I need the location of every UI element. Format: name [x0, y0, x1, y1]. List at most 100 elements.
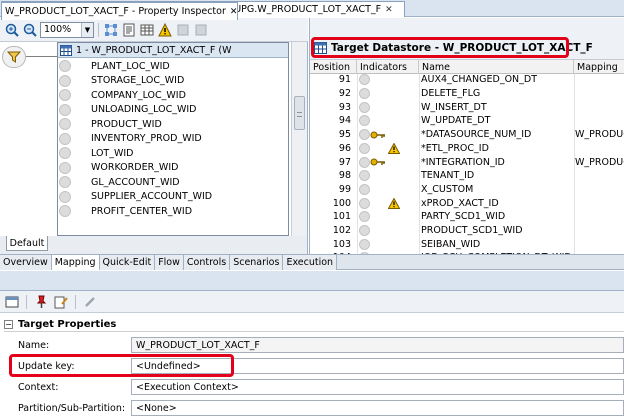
entity-header[interactable]: 1 - W_PRODUCT_LOT_XACT_F (W: [58, 43, 288, 58]
column-icon: [59, 118, 71, 131]
tab-scenarios[interactable]: Scenarios: [230, 255, 284, 270]
pin-icon[interactable]: [33, 294, 49, 310]
column-icon: [59, 190, 71, 203]
partition-field[interactable]: <None>: [131, 400, 624, 416]
entity-column-row[interactable]: PLANT_LOC_WID: [58, 59, 288, 74]
entity-column-row[interactable]: SUPPLIER_ACCOUNT_WID: [58, 190, 288, 205]
disabled-action-icon: [193, 22, 209, 38]
target-column-row[interactable]: 91 AUX4_CHANGED_ON_DT: [310, 73, 624, 87]
connector-line: [26, 56, 58, 57]
grid-icon[interactable]: [139, 22, 155, 38]
edit-icon[interactable]: [53, 294, 69, 310]
col-header-indicators[interactable]: Indicators: [357, 60, 419, 74]
entity-column-name: INVENTORY_PROD_WID: [91, 133, 202, 145]
key-icon: [370, 128, 388, 142]
tab-flow[interactable]: Flow: [155, 255, 184, 270]
column-name: *DATASOURCE_NUM_ID: [421, 129, 532, 141]
column-icon: [59, 74, 71, 87]
filter-icon[interactable]: [2, 46, 26, 68]
tab-controls[interactable]: Controls: [183, 255, 231, 270]
entity-column-row[interactable]: COMPANY_LOC_WID: [58, 88, 288, 103]
entity-title: 1 - W_PRODUCT_LOT_XACT_F (W: [76, 44, 232, 56]
panel-icon[interactable]: [4, 294, 20, 310]
columns-grid-header: Position Indicators Name Mapping: [310, 60, 624, 74]
scrollbar-thumb[interactable]: [294, 96, 305, 130]
close-icon[interactable]: ✕: [230, 7, 238, 17]
zoom-in-icon[interactable]: [4, 22, 20, 38]
column-position: 96: [338, 142, 351, 154]
layout-icon[interactable]: [103, 22, 119, 38]
target-column-row[interactable]: 98 TENANT_ID: [310, 169, 624, 183]
target-column-row[interactable]: 97 *INTEGRATION_ID W_PRODUC: [310, 155, 624, 169]
entity-column-row[interactable]: GL_ACCOUNT_WID: [58, 175, 288, 190]
toolbar-divider: [26, 294, 27, 309]
inspector-toolbar: [0, 291, 624, 313]
column-icon: [59, 132, 71, 145]
column-position: 98: [338, 170, 351, 182]
vertical-scrollbar[interactable]: [291, 42, 307, 236]
diagram-tab-bar: Default: [0, 236, 308, 254]
tab-overview[interactable]: Overview: [0, 255, 52, 270]
entity-column-row[interactable]: INVENTORY_PROD_WID: [58, 132, 288, 147]
target-column-row[interactable]: 99 X_CUSTOM: [310, 183, 624, 197]
target-column-row[interactable]: 102 PRODUCT_SCD1_WID: [310, 224, 624, 238]
entity-column-row[interactable]: PROFIT_CENTER_WID: [58, 204, 288, 219]
tab-execution[interactable]: Execution: [283, 255, 338, 270]
target-column-row[interactable]: 103 SEIBAN_WID: [310, 237, 624, 251]
name-field[interactable]: W_PRODUCT_LOT_XACT_F: [131, 337, 624, 353]
zoom-select[interactable]: 100% ▼: [40, 21, 94, 38]
column-name: *INTEGRATION_ID: [421, 156, 505, 168]
target-column-row[interactable]: 95 *DATASOURCE_NUM_ID W_PRODUC: [310, 128, 624, 142]
column-position: 92: [338, 88, 351, 100]
column-icon: [59, 103, 71, 116]
tab-default[interactable]: Default: [6, 236, 48, 251]
section-title: Target Properties: [18, 319, 117, 330]
target-column-row[interactable]: 93 W_INSERT_DT: [310, 100, 624, 114]
column-name: TENANT_ID: [421, 170, 475, 182]
property-inspector-tab[interactable]: W_PRODUCT_LOT_XACT_F - Property Inspecto…: [1, 2, 238, 20]
col-header-position[interactable]: Position: [310, 60, 357, 74]
key-icon: [370, 155, 388, 169]
collapse-icon[interactable]: −: [4, 320, 13, 329]
zoom-out-icon[interactable]: [22, 22, 38, 38]
target-column-row[interactable]: 96 *ETL_PROC_ID: [310, 142, 624, 156]
close-icon[interactable]: ✕: [385, 5, 393, 15]
entity-column-row[interactable]: UNLOADING_LOC_WID: [58, 103, 288, 118]
target-datastore-entity[interactable]: 1 - W_PRODUCT_LOT_XACT_F (W PLANT_LOC_WI…: [57, 42, 289, 236]
column-mapping: [575, 142, 624, 156]
entity-column-row[interactable]: LOT_WID: [58, 146, 288, 161]
column-mapping: W_PRODUC: [575, 156, 624, 168]
diagram-toolbar: 100% ▼: [0, 18, 308, 42]
column-icon: [359, 224, 373, 238]
target-column-row[interactable]: 100 xPROD_XACT_ID: [310, 196, 624, 210]
tab-mapping[interactable]: Mapping: [51, 255, 100, 270]
inspector-tab-bar: [0, 271, 624, 291]
col-header-name[interactable]: Name: [419, 60, 574, 74]
target-column-row[interactable]: 92 DELETE_FLG: [310, 87, 624, 101]
column-icon: [359, 100, 373, 114]
column-icon: [359, 196, 373, 210]
column-icon: [359, 114, 373, 128]
target-column-row[interactable]: 94 W_UPDATE_DT: [310, 114, 624, 128]
context-field[interactable]: <Execution Context>: [131, 379, 624, 395]
entity-column-name: GL_ACCOUNT_WID: [91, 176, 180, 188]
target-column-row[interactable]: 101 PARTY_SCD1_WID: [310, 210, 624, 224]
mapping-diagram[interactable]: 1 - W_PRODUCT_LOT_XACT_F (W PLANT_LOC_WI…: [0, 42, 308, 236]
partition-label: Partition/Sub-Partition:: [18, 402, 126, 414]
column-mapping: [575, 169, 624, 183]
column-icon: [59, 176, 71, 189]
target-properties-section[interactable]: − Target Properties: [4, 318, 624, 331]
pencil-icon: [82, 294, 98, 310]
entity-column-row[interactable]: WORKORDER_WID: [58, 161, 288, 176]
properties-icon[interactable]: [121, 22, 137, 38]
column-icon: [359, 210, 373, 224]
warning-icon[interactable]: [157, 22, 173, 38]
col-header-mapping[interactable]: Mapping: [574, 60, 624, 74]
entity-column-row[interactable]: PRODUCT_WID: [58, 117, 288, 132]
highlight-box-title: [311, 37, 569, 58]
entity-column-name: PLANT_LOC_WID: [91, 60, 170, 72]
column-icon: [359, 183, 373, 197]
entity-column-name: WORKORDER_WID: [91, 162, 179, 174]
entity-column-row[interactable]: STORAGE_LOC_WID: [58, 74, 288, 89]
tab-quick-edit[interactable]: Quick-Edit: [99, 255, 156, 270]
